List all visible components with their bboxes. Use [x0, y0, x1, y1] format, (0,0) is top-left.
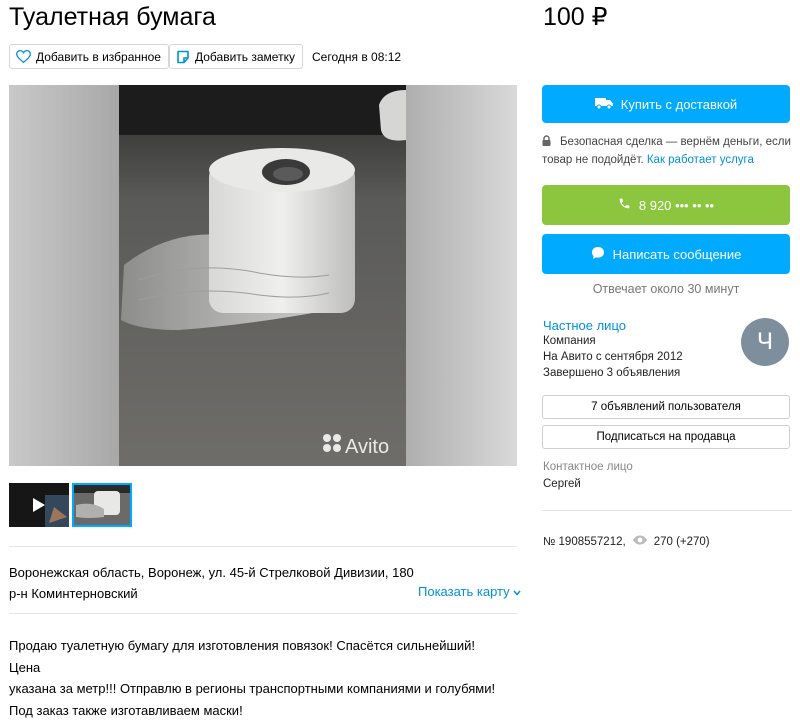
address: Воронежская область, Воронеж, ул. 45-й С… [9, 562, 414, 604]
user-ads-button[interactable]: 7 объявлений пользователя [542, 395, 790, 419]
address-line: Воронежская область, Воронеж, ул. 45-й С… [9, 562, 414, 583]
show-map-label: Показать карту [418, 584, 510, 599]
safe-deal-info: Безопасная сделка — вернём деньги, если … [542, 134, 792, 169]
heart-icon [16, 50, 31, 63]
page-title: Туалетная бумага [9, 2, 216, 32]
description-line: Продаю туалетную бумагу для изготовления… [9, 635, 509, 678]
seller-completed: Завершено 3 объявления [543, 367, 680, 379]
views-count: 270 (+270) [654, 536, 710, 548]
description-line: указана за метр!!! Отправлю в регионы тр… [9, 678, 509, 700]
chat-icon [591, 246, 605, 263]
phone-label: 8 920 ••• •• •• [639, 198, 714, 213]
district: р-н Коминтерновский [9, 583, 414, 604]
lock-icon [542, 135, 551, 152]
description: Продаю туалетную бумагу для изготовления… [9, 635, 509, 721]
seller-since: На Авито с сентября 2012 [543, 351, 683, 363]
description-line: Под заказ также изготавливаем маски! [9, 700, 509, 721]
avito-watermark: Avito [345, 436, 389, 458]
truck-icon [595, 97, 613, 112]
eye-icon [632, 535, 648, 548]
main-photo[interactable]: Avito [9, 85, 517, 466]
how-it-works-link[interactable]: Как работает услуга [647, 154, 754, 166]
chevron-down-icon [513, 584, 521, 599]
send-message-button[interactable]: Написать сообщение [542, 234, 790, 274]
seller-name-link[interactable]: Частное лицо [543, 318, 626, 333]
contact-name: Сергей [543, 478, 581, 490]
subscribe-seller-button[interactable]: Подписаться на продавца [542, 425, 790, 449]
divider [9, 613, 517, 614]
price: 100 ₽ [543, 2, 608, 32]
show-map-link[interactable]: Показать карту [418, 584, 521, 599]
message-label: Написать сообщение [613, 247, 742, 262]
photo-thumbnail[interactable] [72, 483, 132, 527]
favorite-label: Добавить в избранное [36, 50, 161, 64]
add-to-favorites-button[interactable]: Добавить в избранное [9, 44, 169, 69]
phone-icon [618, 197, 631, 213]
post-date: Сегодня в 08:12 [312, 50, 401, 64]
divider [9, 546, 517, 547]
reply-time: Отвечает около 30 минут [542, 282, 790, 296]
buy-label: Купить с доставкой [621, 97, 737, 112]
ad-number: № 1908557212, [543, 536, 626, 548]
ad-stats: № 1908557212, 270 (+270) [543, 535, 710, 548]
avatar[interactable]: Ч [741, 318, 789, 366]
note-icon [176, 50, 190, 64]
divider [542, 510, 792, 511]
seller-type: Компания [543, 335, 596, 347]
note-label: Добавить заметку [195, 50, 295, 64]
add-note-button[interactable]: Добавить заметку [169, 44, 303, 69]
show-phone-button[interactable]: 8 920 ••• •• •• [542, 185, 790, 225]
contact-label: Контактное лицо [543, 461, 633, 473]
buy-with-delivery-button[interactable]: Купить с доставкой [542, 85, 790, 123]
video-thumbnail[interactable] [9, 483, 69, 527]
